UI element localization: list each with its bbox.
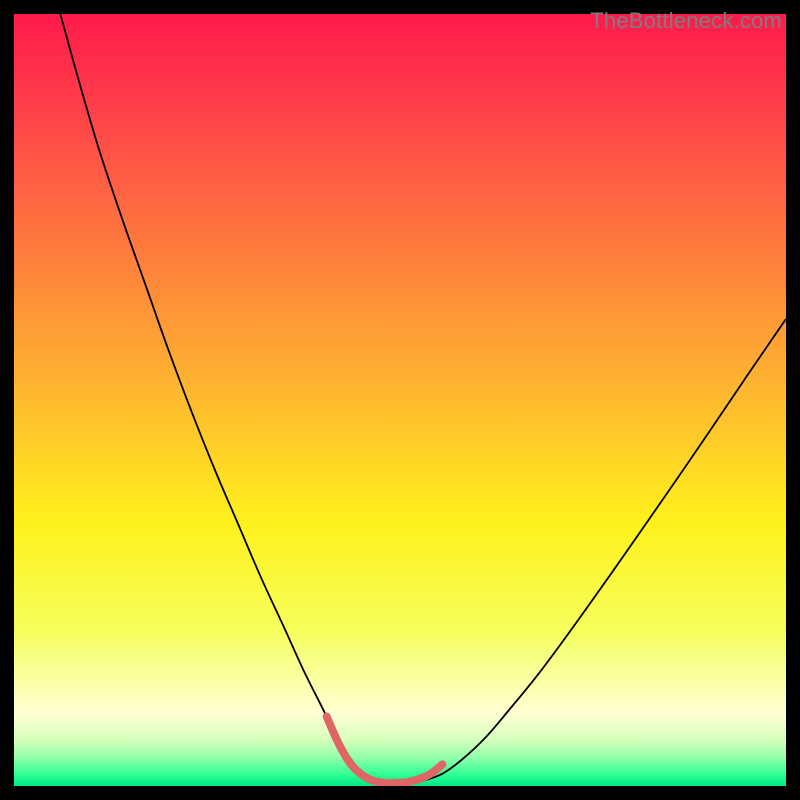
watermark-text: TheBottleneck.com bbox=[590, 8, 782, 34]
gradient-background bbox=[14, 14, 786, 786]
chart-frame: TheBottleneck.com bbox=[0, 0, 800, 800]
chart-svg bbox=[14, 14, 786, 786]
plot-area bbox=[14, 14, 786, 786]
